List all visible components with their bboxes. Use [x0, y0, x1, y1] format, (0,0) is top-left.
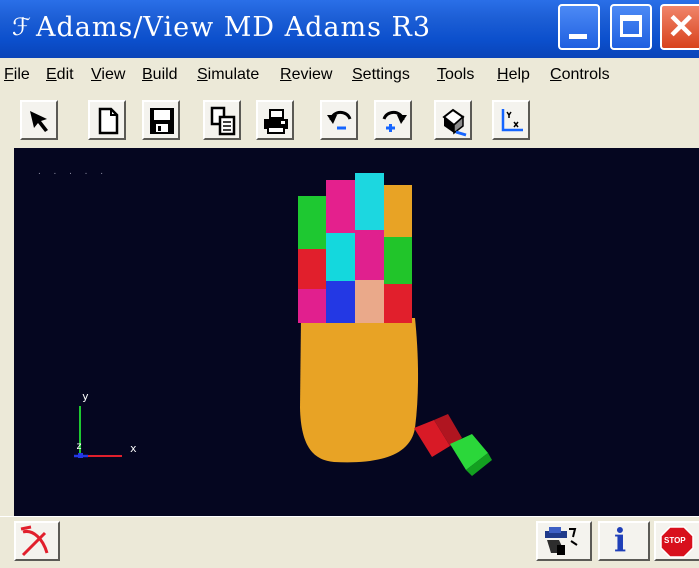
- menu-edit[interactable]: Edit: [46, 66, 74, 84]
- graphics-viewport[interactable]: . . . . . y z x: [14, 148, 699, 516]
- undo-button[interactable]: [320, 100, 358, 140]
- menu-controls[interactable]: Controls: [550, 66, 610, 84]
- triad-x-label: x: [130, 442, 137, 455]
- close-icon: ✕: [667, 8, 696, 46]
- render-button[interactable]: [434, 100, 472, 140]
- maximize-icon: [620, 15, 642, 37]
- minimize-icon: [569, 34, 587, 39]
- menu-view[interactable]: View: [91, 66, 125, 84]
- command-navigator-button[interactable]: [536, 521, 592, 561]
- hand-model: [74, 173, 492, 476]
- menu-bar: File Edit View Build Simulate Review Set…: [0, 58, 699, 93]
- menu-help[interactable]: Help: [497, 66, 530, 84]
- menu-review[interactable]: Review: [280, 66, 332, 84]
- status-bar: i STOP: [0, 516, 699, 568]
- save-button[interactable]: [142, 100, 180, 140]
- info-button[interactable]: i: [598, 521, 650, 561]
- main-toolbox-button[interactable]: [14, 521, 60, 561]
- close-button[interactable]: ✕: [660, 4, 699, 50]
- copy-icon: [210, 106, 236, 136]
- new-button[interactable]: [88, 100, 126, 140]
- main-toolbox-icon: [20, 525, 49, 557]
- triad-z-label: z: [76, 441, 83, 452]
- menu-tools[interactable]: Tools: [437, 66, 474, 84]
- new-file-icon: [98, 107, 119, 135]
- info-icon: i: [614, 521, 627, 559]
- minimize-button[interactable]: [558, 4, 600, 50]
- redo-icon: [382, 110, 407, 132]
- menu-simulate[interactable]: Simulate: [197, 66, 259, 84]
- undo-icon: [327, 110, 352, 130]
- triad-y-label: y: [82, 390, 89, 403]
- maximize-button[interactable]: [610, 4, 652, 50]
- main-toolbar: [0, 92, 699, 148]
- render-icon: [442, 108, 467, 137]
- app-icon: ℱ: [12, 13, 31, 41]
- select-arrow-icon: [30, 111, 48, 132]
- triad-button[interactable]: [492, 100, 530, 140]
- window-title: Adams/View MD Adams R3: [36, 12, 432, 43]
- stop-label: STOP: [664, 536, 686, 545]
- title-bar[interactable]: ℱ Adams/View MD Adams R3 ✕: [0, 0, 699, 58]
- print-button[interactable]: [256, 100, 294, 140]
- tools-icon: [545, 527, 578, 555]
- menu-file[interactable]: File: [4, 66, 30, 84]
- menu-build[interactable]: Build: [142, 66, 178, 84]
- redo-button[interactable]: [374, 100, 412, 140]
- select-button[interactable]: [20, 100, 58, 140]
- save-icon: [150, 108, 174, 134]
- print-icon: [264, 109, 288, 134]
- stop-button[interactable]: STOP: [654, 521, 699, 561]
- menu-settings[interactable]: Settings: [352, 66, 410, 84]
- triad-icon: [501, 109, 523, 132]
- copy-button[interactable]: [203, 100, 241, 140]
